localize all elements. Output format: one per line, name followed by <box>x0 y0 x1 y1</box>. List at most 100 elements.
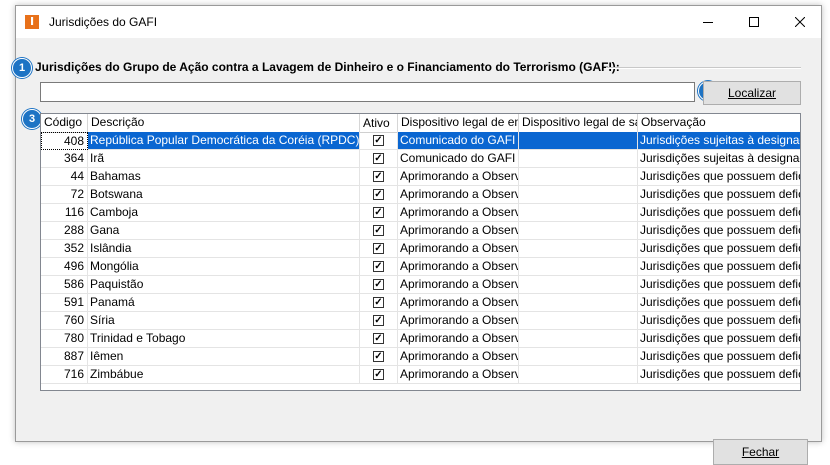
table-row[interactable]: 586 Paquistão ✓ Aprimorando a Observâ Jurisd… <box>41 276 800 294</box>
cell-ativo: ✓ <box>360 186 398 204</box>
cell-codigo: 586 <box>41 276 88 294</box>
checkbox-checked-icon[interactable]: ✓ <box>373 279 384 290</box>
cell-codigo: 591 <box>41 294 88 312</box>
cell-descricao: Zimbábue <box>88 366 360 384</box>
cell-descricao: Paquistão <box>88 276 360 294</box>
cell-observacao: Jurisdições que possuem deficiên <box>638 240 800 258</box>
checkbox-checked-icon[interactable]: ✓ <box>373 171 384 182</box>
cell-codigo: 760 <box>41 312 88 330</box>
checkbox-checked-icon[interactable]: ✓ <box>373 189 384 200</box>
table-row[interactable]: 496 Mongólia ✓ Aprimorando a Observâ Jurisdi… <box>41 258 800 276</box>
cell-dispositivo-saida <box>519 168 638 186</box>
cell-observacao: Jurisdições sujeitas à designação <box>638 132 800 150</box>
column-header-dispositivo-saida[interactable]: Dispositivo legal de saíd <box>519 114 638 132</box>
group-title: Jurisdições do Grupo de Ação contra a La… <box>35 60 620 74</box>
cell-codigo: 780 <box>41 330 88 348</box>
cell-codigo: 496 <box>41 258 88 276</box>
cell-ativo: ✓ <box>360 348 398 366</box>
table-row[interactable]: 408 República Popular Democrática da Coré… <box>41 132 800 150</box>
step-badge-1: 1 <box>12 58 32 78</box>
checkbox-checked-icon[interactable]: ✓ <box>373 351 384 362</box>
column-header-ativo[interactable]: Ativo <box>360 114 398 132</box>
table-row[interactable]: 716 Zimbábue ✓ Aprimorando a Observâ Jurisdi… <box>41 366 800 384</box>
title-bar[interactable]: I Jurisdições do GAFI <box>16 6 821 38</box>
fechar-button[interactable]: Fechar <box>713 439 808 465</box>
cell-descricao: Bahamas <box>88 168 360 186</box>
table-row[interactable]: 591 Panamá ✓ Aprimorando a Observâ Jurisdiçõ… <box>41 294 800 312</box>
cell-descricao: Mongólia <box>88 258 360 276</box>
cell-dispositivo-saida <box>519 330 638 348</box>
cell-dispositivo-saida <box>519 366 638 384</box>
cell-descricao: Iêmen <box>88 348 360 366</box>
cell-observacao: Jurisdições que possuem deficiên <box>638 276 800 294</box>
cell-ativo: ✓ <box>360 168 398 186</box>
column-header-descricao[interactable]: Descrição <box>88 114 360 132</box>
checkbox-checked-icon[interactable]: ✓ <box>373 225 384 236</box>
table-row[interactable]: 72 Botswana ✓ Aprimorando a Observâ Jurisdiç… <box>41 186 800 204</box>
minimize-button[interactable] <box>685 6 731 38</box>
cell-dispositivo-saida <box>519 222 638 240</box>
table-row[interactable]: 352 Islândia ✓ Aprimorando a Observâ Jurisdi… <box>41 240 800 258</box>
cell-dispositivo-entrada: Aprimorando a Observâ <box>398 348 519 366</box>
cell-observacao: Jurisdições que possuem deficiên <box>638 348 800 366</box>
checkbox-checked-icon[interactable]: ✓ <box>373 261 384 272</box>
search-input[interactable] <box>40 82 695 102</box>
table-row[interactable]: 760 Síria ✓ Aprimorando a Observâ Jurisdiçõe… <box>41 312 800 330</box>
cell-dispositivo-saida <box>519 132 638 150</box>
column-header-dispositivo-entrada[interactable]: Dispositivo legal de entr <box>398 114 519 132</box>
cell-descricao: Irã <box>88 150 360 168</box>
cell-dispositivo-saida <box>519 204 638 222</box>
column-header-observacao[interactable]: Observação <box>638 114 800 132</box>
checkbox-checked-icon[interactable]: ✓ <box>373 333 384 344</box>
checkbox-checked-icon[interactable]: ✓ <box>373 135 384 146</box>
checkbox-checked-icon[interactable]: ✓ <box>373 153 384 164</box>
cell-dispositivo-entrada: Aprimorando a Observâ <box>398 204 519 222</box>
cell-dispositivo-entrada: Comunicado do GAFI de <box>398 132 519 150</box>
jurisdictions-table[interactable]: Código Descrição Ativo Dispositivo legal… <box>40 113 801 391</box>
cell-descricao: Trinidad e Tobago <box>88 330 360 348</box>
table-row[interactable]: 364 Irã ✓ Comunicado do GAFI de Jurisdições … <box>41 150 800 168</box>
table-row[interactable]: 780 Trinidad e Tobago ✓ Aprimorando a Obser… <box>41 330 800 348</box>
checkbox-checked-icon[interactable]: ✓ <box>373 315 384 326</box>
cell-dispositivo-entrada: Aprimorando a Observâ <box>398 222 519 240</box>
cell-descricao: Panamá <box>88 294 360 312</box>
cell-observacao: Jurisdições que possuem deficiên <box>638 294 800 312</box>
cell-ativo: ✓ <box>360 222 398 240</box>
dialog-window: I Jurisdições do GAFI 1 Jurisdições do G… <box>12 5 822 465</box>
cell-ativo: ✓ <box>360 366 398 384</box>
cell-ativo: ✓ <box>360 258 398 276</box>
fechar-label: Fechar <box>741 445 780 459</box>
cell-dispositivo-saida <box>519 294 638 312</box>
group-divider <box>606 67 801 69</box>
cell-codigo: 408 <box>41 132 88 150</box>
cell-observacao: Jurisdições que possuem deficiên <box>638 258 800 276</box>
cell-dispositivo-entrada: Aprimorando a Observâ <box>398 258 519 276</box>
cell-dispositivo-entrada: Aprimorando a Observâ <box>398 276 519 294</box>
checkbox-checked-icon[interactable]: ✓ <box>373 297 384 308</box>
cell-dispositivo-saida <box>519 240 638 258</box>
maximize-button[interactable] <box>731 6 777 38</box>
cell-codigo: 116 <box>41 204 88 222</box>
cell-descricao: Islândia <box>88 240 360 258</box>
cell-dispositivo-saida <box>519 348 638 366</box>
cell-observacao: Jurisdições que possuem deficiên <box>638 204 800 222</box>
localizar-button[interactable]: Localizar <box>703 81 801 105</box>
cell-dispositivo-saida <box>519 258 638 276</box>
checkbox-checked-icon[interactable]: ✓ <box>373 207 384 218</box>
cell-observacao: Jurisdições que possuem deficiên <box>638 168 800 186</box>
cell-dispositivo-entrada: Aprimorando a Observâ <box>398 330 519 348</box>
cell-dispositivo-entrada: Comunicado do GAFI de <box>398 150 519 168</box>
column-header-codigo[interactable]: Código <box>41 114 88 132</box>
close-window-button[interactable] <box>777 6 823 38</box>
table-row[interactable]: 116 Camboja ✓ Aprimorando a Observâ Jurisdiç… <box>41 204 800 222</box>
cell-dispositivo-saida <box>519 150 638 168</box>
checkbox-checked-icon[interactable]: ✓ <box>373 369 384 380</box>
cell-codigo: 887 <box>41 348 88 366</box>
table-row[interactable]: 887 Iêmen ✓ Aprimorando a Observâ Jurisdiçõe… <box>41 348 800 366</box>
table-row[interactable]: 288 Gana ✓ Aprimorando a Observâ Jurisdições… <box>41 222 800 240</box>
cell-ativo: ✓ <box>360 276 398 294</box>
step-badge-3: 3 <box>22 109 42 129</box>
cell-dispositivo-entrada: Aprimorando a Observâ <box>398 240 519 258</box>
table-row[interactable]: 44 Bahamas ✓ Aprimorando a Observâ Jurisdiçõ… <box>41 168 800 186</box>
checkbox-checked-icon[interactable]: ✓ <box>373 243 384 254</box>
